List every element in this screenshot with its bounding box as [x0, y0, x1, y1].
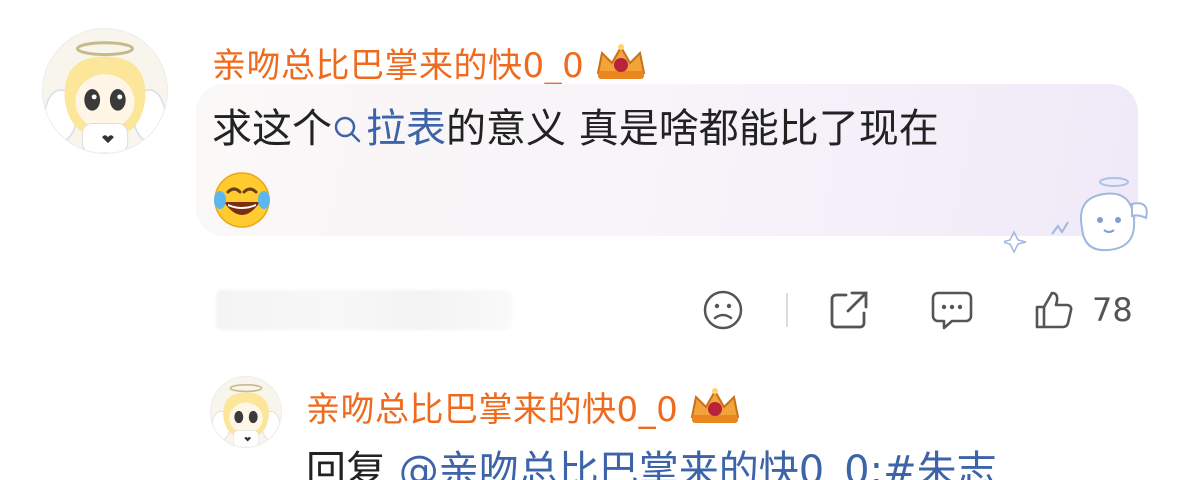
reply-mention-link[interactable]: @亲吻总比巴掌来的快0_0:#朱志	[399, 448, 997, 480]
reply-username[interactable]: 亲吻总比巴掌来的快0_0	[306, 382, 742, 436]
comment-text-before: 求这个	[212, 106, 332, 152]
reply-text: 回复 @亲吻总比巴掌来的快0_0:#朱志	[306, 446, 997, 480]
laughing-tears-emoji-icon	[212, 170, 272, 230]
dislike-button[interactable]	[702, 288, 744, 332]
commenter-avatar[interactable]	[42, 28, 168, 154]
reply-prefix: 回复	[306, 448, 386, 480]
angel-avatar-icon	[43, 29, 167, 153]
username-label: 亲吻总比巴掌来的快0_0	[212, 46, 585, 86]
reply-avatar[interactable]	[210, 376, 282, 448]
comment-bubble-icon	[930, 289, 974, 331]
angel-avatar-icon	[211, 377, 281, 447]
angel-pet-decoration-icon	[1001, 168, 1154, 264]
comment-text-after: 的意义 真是啥都能比了现在	[446, 106, 939, 152]
share-icon	[828, 289, 870, 331]
crown-badge-icon	[688, 387, 742, 436]
username-label: 亲吻总比巴掌来的快0_0	[306, 390, 679, 430]
comment-text: 求这个 拉表的意义 真是啥都能比了现在	[212, 104, 1122, 156]
blurred-metadata	[216, 290, 512, 330]
topic-link[interactable]: 拉表	[332, 106, 446, 152]
reply-button[interactable]	[930, 288, 974, 332]
topic-label: 拉表	[366, 106, 446, 152]
action-divider	[786, 293, 788, 327]
like-button[interactable]: 78	[1032, 288, 1133, 332]
sad-face-icon	[702, 289, 744, 331]
search-icon	[332, 106, 362, 156]
thumbs-up-icon	[1032, 289, 1074, 331]
like-count: 78	[1092, 291, 1133, 329]
share-button[interactable]	[828, 288, 870, 332]
